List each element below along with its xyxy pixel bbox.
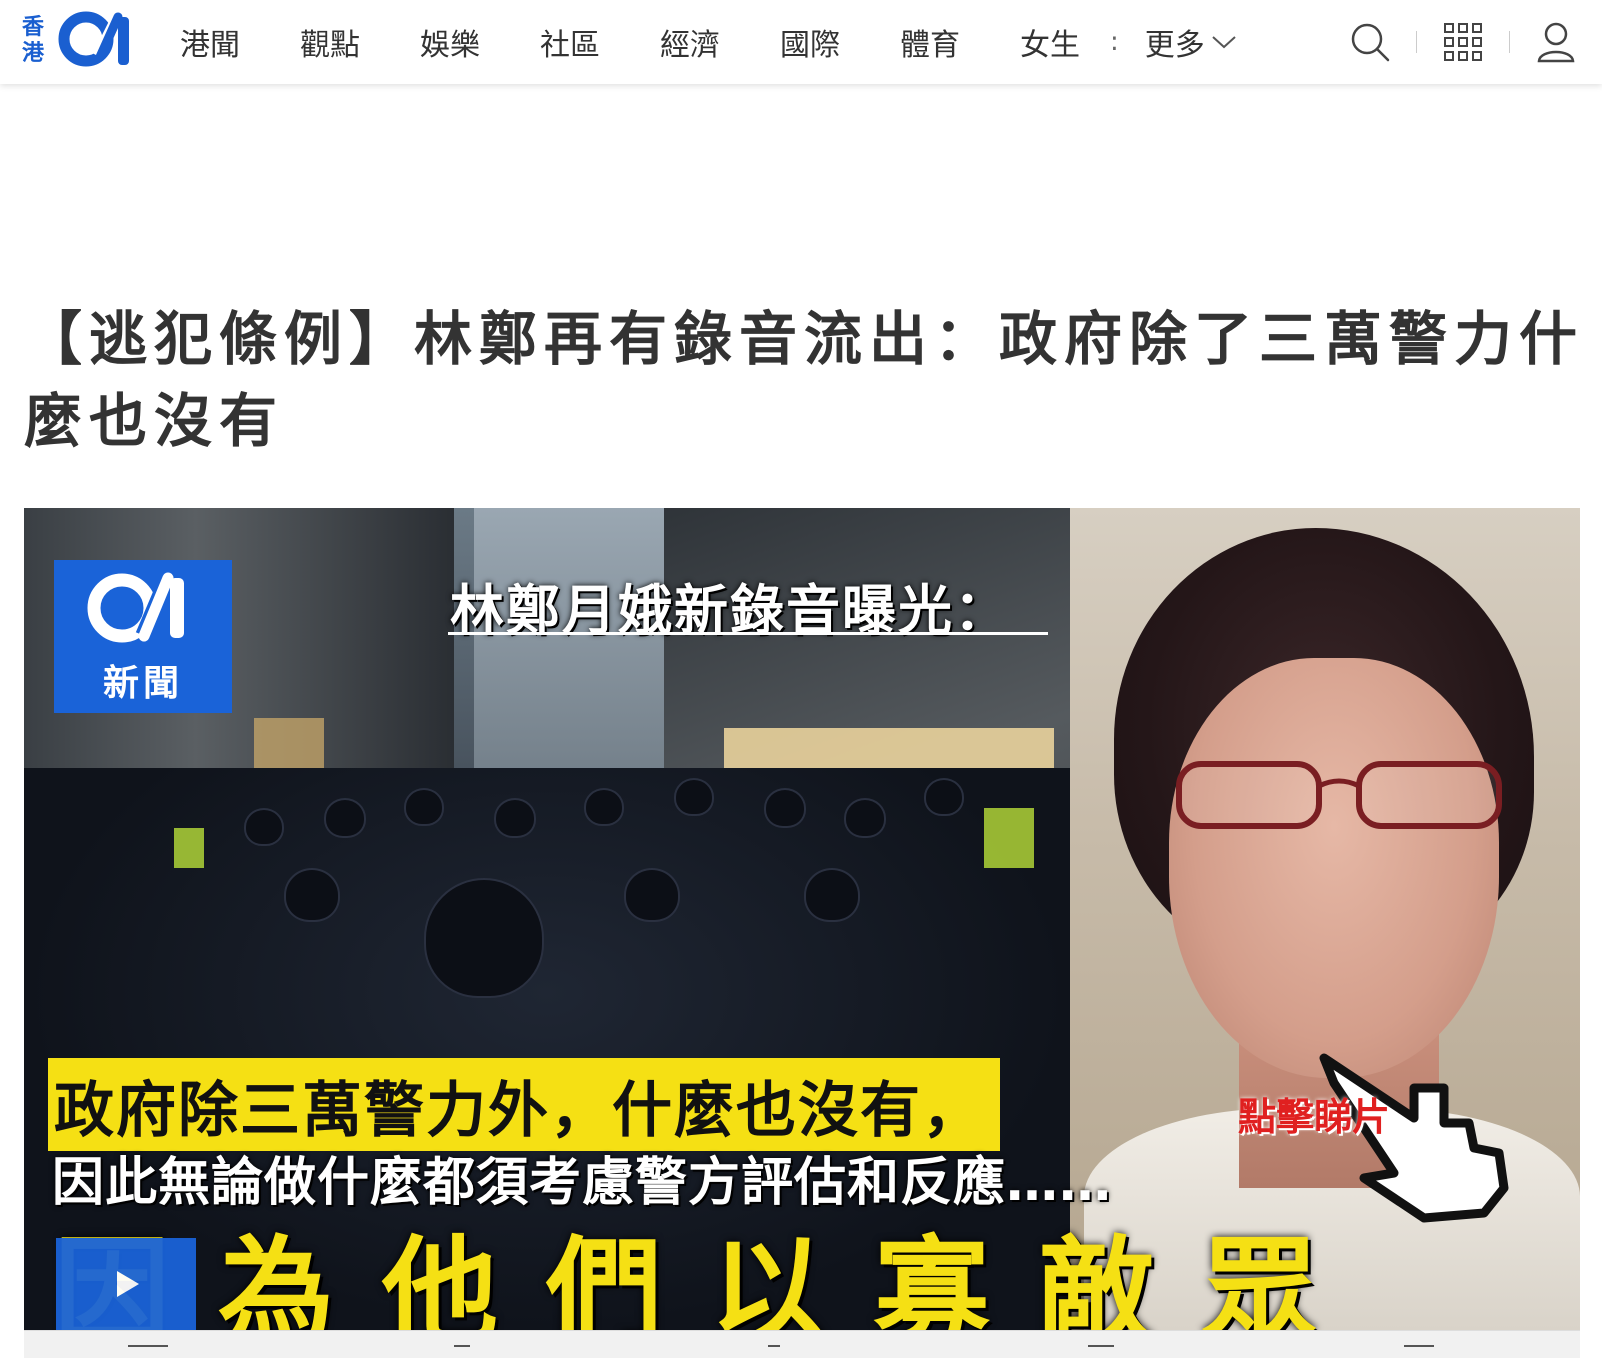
hero-video-thumbnail[interactable]: 新聞 林鄭月娥新錄音曝光： 政府除三萬警力外，什麼也沒有， 因此無論做什麼都須考… <box>24 508 1580 1330</box>
main-nav: 港聞 觀點 娛樂 社區 經濟 國際 體育 女生 : 更多 <box>180 0 1237 84</box>
hero-logo-label: 新聞 <box>102 662 183 704</box>
nav-item-economy[interactable]: 經濟 <box>660 20 720 64</box>
account-button[interactable] <box>1532 18 1580 66</box>
toolbar-icon[interactable] <box>1404 1345 1434 1358</box>
nav-item-entertainment[interactable]: 娛樂 <box>420 20 480 64</box>
apps-button[interactable] <box>1439 18 1487 66</box>
hero-news-logo: 新聞 <box>54 560 232 713</box>
nav-item-sports[interactable]: 體育 <box>900 20 960 64</box>
divider <box>1416 31 1417 53</box>
search-button[interactable] <box>1346 18 1394 66</box>
logo-mark <box>56 9 138 73</box>
logo-region-line1: 香 <box>22 15 45 40</box>
nav-item-opinion[interactable]: 觀點 <box>300 20 360 64</box>
nav-more-label: 更多 <box>1144 28 1205 63</box>
caption-underline <box>448 632 1048 635</box>
nav-more-button[interactable]: 更多 <box>1145 20 1237 64</box>
ad-space <box>0 84 1602 284</box>
nav-item-women[interactable]: 女生 <box>1020 20 1080 64</box>
nav-separator: : <box>1110 27 1119 57</box>
nav-item-community[interactable]: 社區 <box>540 20 600 64</box>
caption-big: 因為他們以寡敵眾 <box>54 1225 1366 1330</box>
search-icon <box>1351 23 1390 62</box>
article-headline: 【逃犯條例】林鄭再有錄音流出：政府除了三萬警力什麼也沒有 <box>24 305 1585 455</box>
user-icon <box>1537 22 1575 63</box>
logo-region-line2: 港 <box>22 41 45 66</box>
toolbar-icon[interactable] <box>128 1345 168 1358</box>
caption-highlight: 政府除三萬警力外，什麼也沒有， <box>48 1058 1000 1151</box>
header-tools <box>1346 0 1580 84</box>
nav-item-news[interactable]: 港聞 <box>180 20 240 64</box>
nav-item-international[interactable]: 國際 <box>780 20 840 64</box>
site-logo[interactable]: 香 港 01 <box>22 8 142 74</box>
toolbar-icon[interactable] <box>768 1345 780 1358</box>
chevron-down-icon <box>1212 36 1236 49</box>
play-icon <box>117 1271 139 1297</box>
glasses-icon <box>1176 761 1502 829</box>
divider <box>1509 31 1510 53</box>
watch-video-cta[interactable]: 點擊睇片 <box>1238 1086 1390 1141</box>
toolbar-icon[interactable] <box>1088 1345 1114 1358</box>
logo-region: 香 港 <box>22 15 52 67</box>
toolbar-icon[interactable] <box>454 1345 470 1358</box>
play-button[interactable] <box>56 1238 196 1330</box>
grid-icon <box>1444 23 1482 61</box>
site-header: 香 港 01 港聞 觀點 娛樂 社區 經濟 國際 體育 女生 : 更多 <box>0 0 1602 84</box>
article-toolbar <box>24 1330 1580 1358</box>
